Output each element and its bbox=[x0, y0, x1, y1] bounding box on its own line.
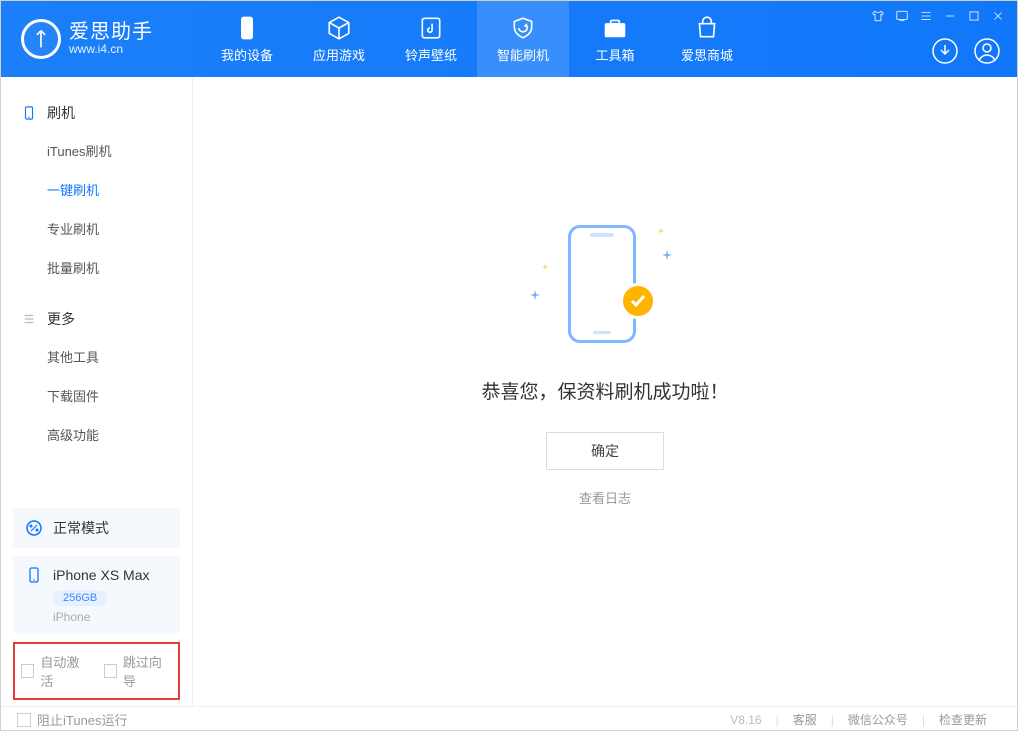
device-name: iPhone XS Max bbox=[53, 567, 150, 583]
group-title: 刷机 bbox=[47, 103, 75, 123]
sidebar-group-flash: 刷机 bbox=[1, 95, 192, 131]
sidebar-item-batch-flash[interactable]: 批量刷机 bbox=[1, 248, 192, 287]
sidebar-item-advanced[interactable]: 高级功能 bbox=[1, 415, 192, 454]
feedback-icon[interactable] bbox=[895, 9, 909, 23]
checkbox-icon bbox=[104, 664, 117, 678]
version-label: V8.16 bbox=[716, 713, 775, 727]
menu-icon[interactable] bbox=[919, 9, 933, 23]
tshirt-icon[interactable] bbox=[871, 9, 885, 23]
tab-toolbox[interactable]: 工具箱 bbox=[569, 1, 661, 77]
auto-activate-checkbox[interactable]: 自动激活 bbox=[21, 652, 90, 690]
sparkle-icon bbox=[530, 287, 540, 297]
toolbox-icon bbox=[602, 15, 628, 41]
mode-icon bbox=[25, 519, 43, 537]
phone-outline-icon bbox=[25, 566, 43, 584]
download-icon[interactable] bbox=[931, 37, 959, 65]
wechat-link[interactable]: 微信公众号 bbox=[834, 711, 922, 728]
tab-store[interactable]: 爱思商城 bbox=[661, 1, 753, 77]
sidebar-item-onekey-flash[interactable]: 一键刷机 bbox=[1, 170, 192, 209]
sidebar-item-other-tools[interactable]: 其他工具 bbox=[1, 337, 192, 376]
mode-label: 正常模式 bbox=[53, 518, 109, 538]
storage-badge: 256GB bbox=[53, 590, 107, 606]
tab-apps-games[interactable]: 应用游戏 bbox=[293, 1, 385, 77]
music-note-icon bbox=[418, 15, 444, 41]
view-log-link[interactable]: 查看日志 bbox=[579, 488, 631, 507]
sidebar-item-itunes-flash[interactable]: iTunes刷机 bbox=[1, 131, 192, 170]
app-logo-icon bbox=[21, 19, 61, 59]
refresh-shield-icon bbox=[510, 15, 536, 41]
device-type: iPhone bbox=[53, 610, 168, 624]
window-controls bbox=[871, 9, 1005, 23]
tab-label: 应用游戏 bbox=[313, 45, 365, 64]
phone-icon bbox=[234, 15, 260, 41]
block-itunes-checkbox[interactable]: 阻止iTunes运行 bbox=[17, 710, 128, 729]
app-name: 爱思助手 bbox=[69, 21, 153, 43]
tab-label: 我的设备 bbox=[221, 45, 273, 64]
sidebar-group-more: 更多 bbox=[1, 301, 192, 337]
header-actions bbox=[931, 37, 1001, 65]
tab-label: 工具箱 bbox=[595, 45, 634, 64]
sidebar-item-pro-flash[interactable]: 专业刷机 bbox=[1, 209, 192, 248]
checkbox-label: 跳过向导 bbox=[123, 652, 172, 690]
phone-illustration-icon bbox=[568, 225, 636, 343]
cube-icon bbox=[326, 15, 352, 41]
checkbox-label: 阻止iTunes运行 bbox=[37, 710, 128, 729]
app-header: 爱思助手 www.i4.cn 我的设备 应用游戏 铃声壁纸 智能刷机 工具箱 爱… bbox=[1, 1, 1017, 77]
logo: 爱思助手 www.i4.cn bbox=[1, 19, 201, 59]
user-icon[interactable] bbox=[973, 37, 1001, 65]
tab-ringtone-wallpaper[interactable]: 铃声壁纸 bbox=[385, 1, 477, 77]
maximize-icon[interactable] bbox=[967, 9, 981, 23]
checkbox-icon bbox=[17, 713, 31, 727]
main-content: 恭喜您，保资料刷机成功啦！ 确定 查看日志 bbox=[193, 77, 1017, 706]
close-icon[interactable] bbox=[991, 9, 1005, 23]
shopping-bag-icon bbox=[694, 15, 720, 41]
sparkle-icon bbox=[658, 221, 664, 227]
ok-button[interactable]: 确定 bbox=[546, 432, 664, 470]
success-illustration bbox=[530, 217, 680, 347]
support-link[interactable]: 客服 bbox=[779, 711, 831, 728]
tab-smart-flash[interactable]: 智能刷机 bbox=[477, 1, 569, 77]
skip-guide-checkbox[interactable]: 跳过向导 bbox=[104, 652, 173, 690]
minimize-icon[interactable] bbox=[943, 9, 957, 23]
sparkle-icon bbox=[662, 247, 672, 257]
group-title: 更多 bbox=[47, 309, 75, 329]
success-message: 恭喜您，保资料刷机成功啦！ bbox=[481, 377, 728, 404]
flash-options-highlight: 自动激活 跳过向导 bbox=[13, 642, 180, 700]
check-update-link[interactable]: 检查更新 bbox=[925, 711, 1001, 728]
app-url: www.i4.cn bbox=[69, 43, 153, 56]
tab-label: 爱思商城 bbox=[681, 45, 733, 64]
checkbox-icon bbox=[21, 664, 34, 678]
sparkle-icon bbox=[542, 257, 548, 263]
status-bar: 阻止iTunes运行 V8.16 | 客服 | 微信公众号 | 检查更新 bbox=[1, 706, 1017, 732]
device-icon bbox=[21, 105, 37, 121]
mode-indicator[interactable]: 正常模式 bbox=[13, 508, 180, 548]
tab-my-device[interactable]: 我的设备 bbox=[201, 1, 293, 77]
sidebar: 刷机 iTunes刷机 一键刷机 专业刷机 批量刷机 更多 其他工具 下载固件 … bbox=[1, 77, 193, 706]
device-info[interactable]: iPhone XS Max 256GB iPhone bbox=[13, 556, 180, 634]
tab-label: 铃声壁纸 bbox=[405, 45, 457, 64]
tab-label: 智能刷机 bbox=[497, 45, 549, 64]
main-tabs: 我的设备 应用游戏 铃声壁纸 智能刷机 工具箱 爱思商城 bbox=[201, 1, 753, 77]
list-icon bbox=[21, 311, 37, 327]
sidebar-item-download-firmware[interactable]: 下载固件 bbox=[1, 376, 192, 415]
checkbox-label: 自动激活 bbox=[40, 652, 89, 690]
check-badge-icon bbox=[620, 283, 656, 319]
